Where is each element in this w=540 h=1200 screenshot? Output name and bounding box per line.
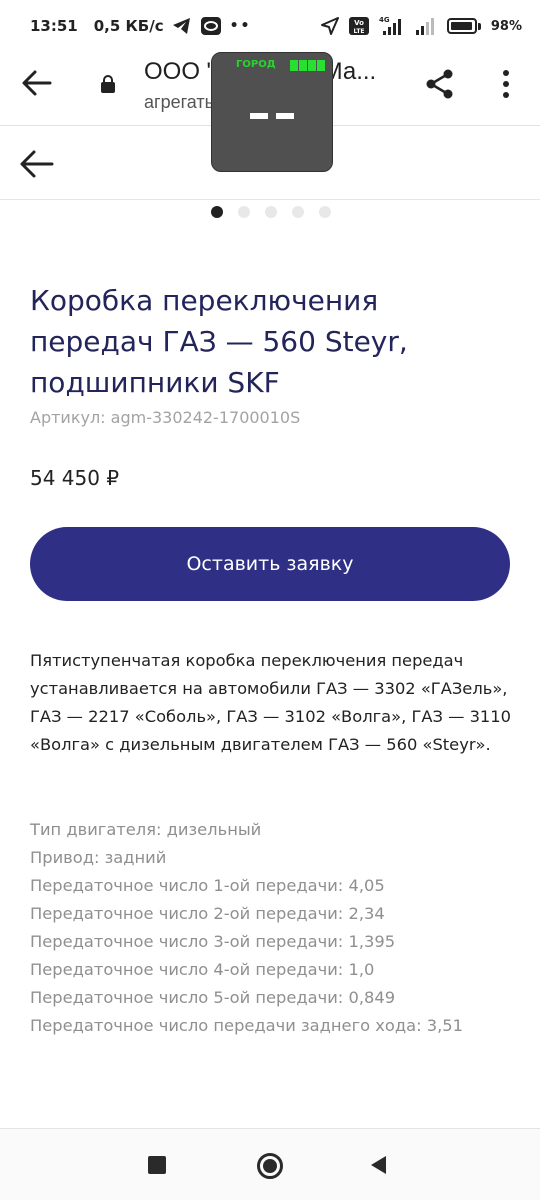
overlay-dash-right (276, 113, 294, 119)
overlay-level-bars (290, 60, 325, 71)
request-button[interactable]: Оставить заявку (30, 527, 510, 601)
lock-icon[interactable] (100, 75, 116, 93)
recents-square-icon[interactable] (148, 1156, 166, 1174)
location-arrow-icon (320, 17, 339, 35)
volte-icon: VoLTE (348, 17, 369, 35)
spec-item: Передаточное число 2-ой передачи: 2,34 (30, 904, 385, 923)
browser-back-arrow-icon[interactable] (20, 66, 54, 100)
spec-item: Привод: задний (30, 848, 167, 867)
spec-item: Передаточное число 5-ой передачи: 0,849 (30, 988, 396, 1007)
signal-icon (415, 18, 434, 35)
back-triangle-icon[interactable] (368, 1154, 390, 1176)
battery-icon (446, 18, 481, 34)
floating-overlay-widget[interactable]: ГОРОД (211, 52, 333, 172)
system-navigation-bar (0, 1128, 540, 1200)
signal-4g-icon: 4G (379, 16, 401, 35)
product-title: Коробка переключения передач ГАЗ — 560 S… (30, 284, 408, 399)
overlay-dash-left (250, 113, 268, 119)
carousel-dots (0, 206, 540, 220)
svg-text:Vo: Vo (354, 19, 364, 27)
home-circle-icon[interactable] (256, 1152, 284, 1180)
spec-item: Передаточное число 4-ой передачи: 1,0 (30, 960, 375, 979)
overlay-label: ГОРОД (236, 59, 276, 70)
product-sku: Артикул: agm-330242-1700010S (30, 408, 301, 427)
carousel-dot[interactable] (238, 206, 250, 218)
carousel-dot[interactable] (319, 206, 331, 218)
battery-percent: 98% (490, 18, 522, 34)
share-icon[interactable] (424, 68, 456, 100)
carousel-dot[interactable] (292, 206, 304, 218)
product-price: 54 450 ₽ (30, 466, 120, 490)
carousel-dot[interactable] (265, 206, 277, 218)
status-time: 13:51 (30, 17, 78, 35)
svg-text:LTE: LTE (353, 28, 364, 35)
product-description: Пятиступенчатая коробка переключения пер… (30, 651, 512, 754)
spec-item: Передаточное число 1-ой передачи: 4,05 (30, 876, 385, 895)
status-network-speed: 0,5 КБ/с (93, 17, 164, 35)
spec-item: Тип двигателя: дизельный (30, 820, 262, 839)
svg-text:4G: 4G (379, 16, 390, 24)
telegram-icon (172, 18, 190, 34)
vpn-icon (200, 17, 221, 35)
more-dots-icon: •• (229, 18, 252, 34)
overflow-menu-icon[interactable] (496, 68, 516, 100)
page-back-arrow-icon[interactable] (18, 147, 56, 181)
product-specs: Тип двигателя: дизельный Привод: задний … (30, 816, 520, 1040)
carousel-dot[interactable] (211, 206, 223, 218)
status-bar: 13:51 0,5 КБ/с •• Vo LTE 4G 98% (0, 0, 540, 52)
spec-item: Передаточное число передачи заднего хода… (30, 1016, 464, 1035)
spec-item: Передаточное число 3-ой передачи: 1,395 (30, 932, 396, 951)
